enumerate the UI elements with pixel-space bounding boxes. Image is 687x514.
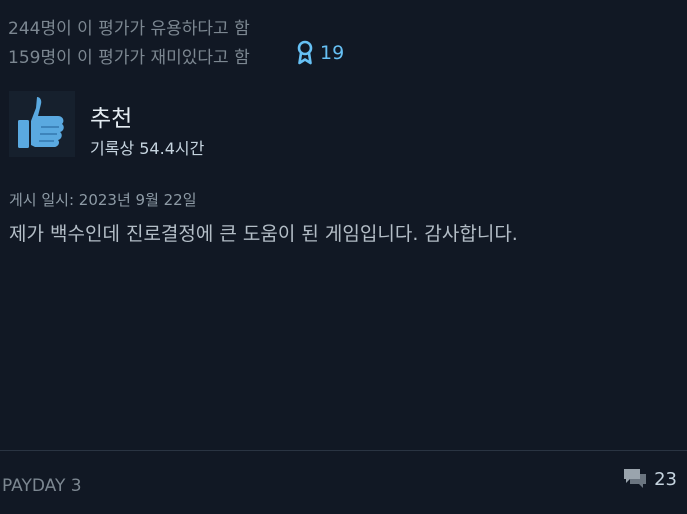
posted-date: 게시 일시: 2023년 9월 22일: [9, 191, 197, 209]
award-ribbon-icon: [296, 40, 314, 66]
thumbs-up-icon: [9, 91, 75, 157]
footer-divider: [0, 450, 687, 451]
hours-played: 기록상 54.4시간: [90, 139, 205, 158]
game-title-link[interactable]: PAYDAY 3: [2, 476, 82, 496]
award-count: 19: [320, 42, 345, 64]
helpful-count-text: 244명이 이 평가가 유용하다고 함: [8, 19, 250, 39]
review-verdict: 추천: [90, 106, 133, 132]
funny-count-text: 159명이 이 평가가 재미있다고 함: [8, 48, 250, 68]
recommendation-thumb[interactable]: [9, 91, 75, 157]
review-body: 제가 백수인데 진로결정에 큰 도움이 된 게임입니다. 감사합니다.: [9, 223, 518, 245]
comment-count: 23: [654, 468, 677, 490]
comments-button[interactable]: 23: [622, 467, 677, 491]
comment-bubbles-icon: [622, 467, 648, 491]
award-badge[interactable]: 19: [296, 40, 344, 66]
